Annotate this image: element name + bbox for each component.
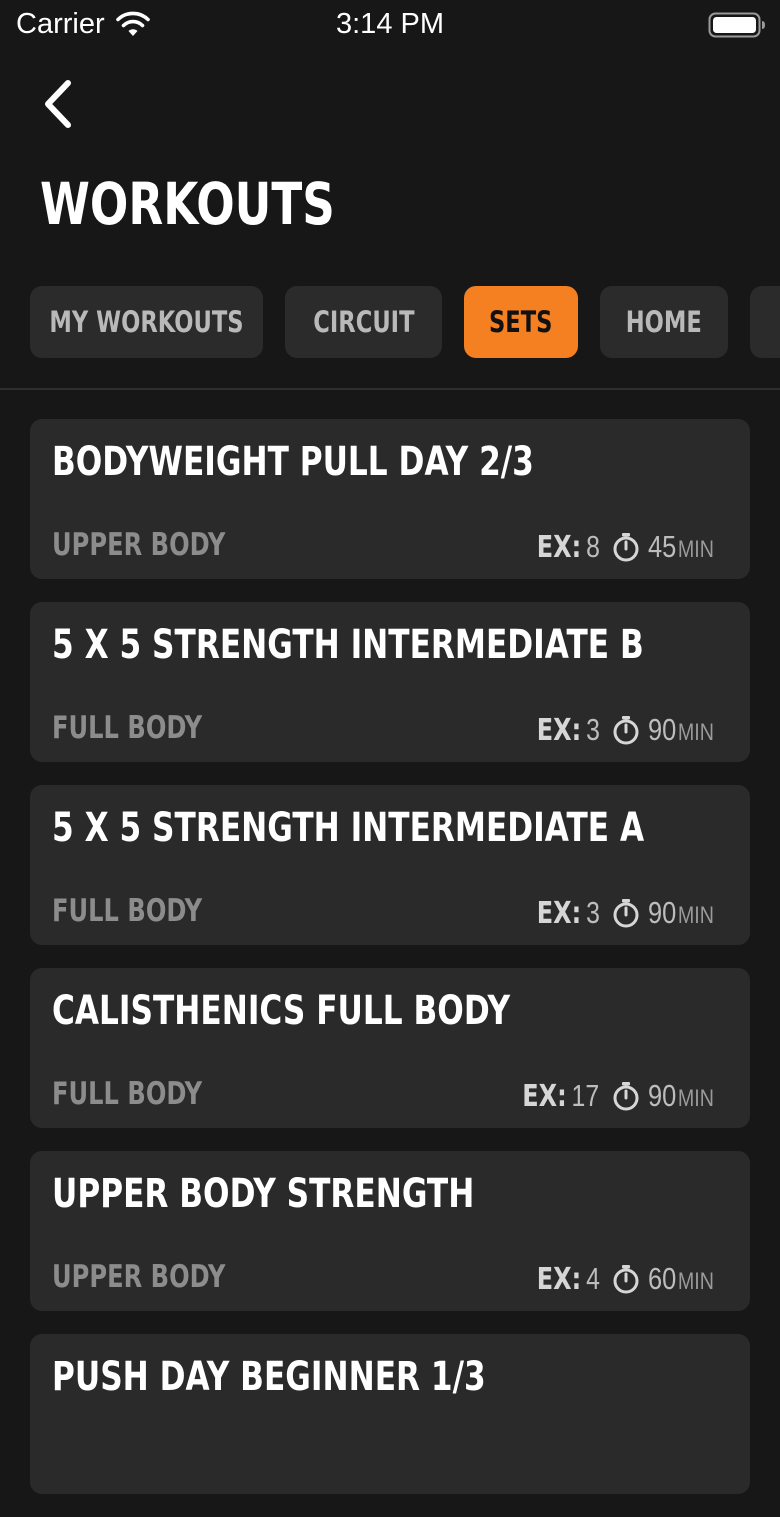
exercise-label: EX: [536, 896, 581, 931]
workout-category: FULL BODY [52, 710, 203, 746]
workout-meta: EX: 4 60 MIN [521, 1261, 728, 1297]
duration-value: 60 [647, 1261, 676, 1296]
back-button[interactable] [30, 74, 86, 134]
workout-category: UPPER BODY [52, 1259, 226, 1295]
workout-meta: EX: 3 90 MIN [521, 895, 728, 931]
exercise-count: EX: 17 [523, 1078, 600, 1114]
workout-title: 5 X 5 STRENGTH INTERMEDIATE B [52, 622, 644, 668]
workout-card[interactable]: BODYWEIGHT PULL DAY 2/3 UPPER BODY EX: 8… [30, 419, 750, 579]
exercise-label: EX: [536, 713, 581, 748]
workout-title: 5 X 5 STRENGTH INTERMEDIATE A [52, 805, 645, 851]
exercise-label: EX: [522, 1079, 568, 1114]
workout-meta: EX: 3 90 MIN [521, 712, 728, 748]
duration-value: 90 [647, 1078, 676, 1113]
duration: 45 MIN [648, 529, 714, 565]
exercise-value: 4 [585, 1261, 600, 1296]
workout-meta: EX: 17 90 MIN [503, 1078, 728, 1114]
tab-more[interactable] [750, 286, 780, 358]
duration-unit: MIN [677, 719, 714, 746]
tab-label: CIRCUIT [312, 305, 415, 339]
tab-label: SETS [489, 305, 553, 339]
workout-card[interactable]: UPPER BODY STRENGTH UPPER BODY EX: 4 60 … [30, 1151, 750, 1311]
duration-value: 90 [647, 895, 676, 930]
duration-unit: MIN [677, 1268, 714, 1295]
stopwatch-icon [613, 1265, 639, 1294]
stopwatch-icon [613, 533, 639, 562]
duration-value: 45 [647, 529, 676, 564]
exercise-value: 3 [585, 712, 600, 747]
duration: 90 MIN [648, 712, 714, 748]
battery-icon [708, 12, 765, 38]
workout-title: PUSH DAY BEGINNER 1/3 [52, 1354, 486, 1400]
status-time: 3:14 PM [336, 8, 444, 40]
workout-title: UPPER BODY STRENGTH [52, 1171, 475, 1217]
divider [0, 388, 780, 390]
duration: 60 MIN [648, 1261, 714, 1297]
status-bar: Carrier 3:14 PM [0, 0, 780, 52]
duration: 90 MIN [648, 1078, 714, 1114]
chevron-left-icon [45, 80, 71, 128]
workout-card[interactable]: 5 X 5 STRENGTH INTERMEDIATE B FULL BODY … [30, 602, 750, 762]
workout-title: CALISTHENICS FULL BODY [52, 988, 511, 1034]
workout-category: FULL BODY [52, 1076, 203, 1112]
tab-label: MY WORKOUTS [49, 305, 244, 339]
stopwatch-icon [613, 899, 639, 928]
exercise-count: EX: 3 [536, 895, 599, 931]
workout-card[interactable]: PUSH DAY BEGINNER 1/3 [30, 1334, 750, 1494]
exercise-label: EX: [536, 530, 581, 565]
tab-home[interactable]: HOME [600, 286, 728, 358]
duration-unit: MIN [677, 1085, 714, 1112]
duration: 90 MIN [648, 895, 714, 931]
workout-card[interactable]: CALISTHENICS FULL BODY FULL BODY EX: 17 … [30, 968, 750, 1128]
workout-meta: EX: 8 45 MIN [521, 529, 728, 565]
tab-label: HOME [625, 305, 703, 339]
workout-category: FULL BODY [52, 893, 203, 929]
exercise-count: EX: 3 [536, 712, 599, 748]
duration-unit: MIN [677, 536, 714, 563]
workout-title: BODYWEIGHT PULL DAY 2/3 [52, 439, 534, 485]
tab-circuit[interactable]: CIRCUIT [285, 286, 442, 358]
exercise-count: EX: 8 [536, 529, 599, 565]
exercise-value: 8 [585, 529, 600, 564]
duration-unit: MIN [677, 902, 714, 929]
tab-sets[interactable]: SETS [464, 286, 578, 358]
exercise-value: 3 [585, 895, 600, 930]
workout-category: UPPER BODY [52, 527, 226, 563]
stopwatch-icon [613, 1082, 639, 1111]
duration-value: 90 [647, 712, 676, 747]
workout-list: BODYWEIGHT PULL DAY 2/3 UPPER BODY EX: 8… [30, 419, 750, 1517]
exercise-value: 17 [571, 1078, 600, 1113]
tab-my-workouts[interactable]: MY WORKOUTS [30, 286, 263, 358]
exercise-label: EX: [536, 1262, 581, 1297]
workout-card[interactable]: 5 X 5 STRENGTH INTERMEDIATE A FULL BODY … [30, 785, 750, 945]
stopwatch-icon [613, 716, 639, 745]
category-tab-bar: MY WORKOUTS CIRCUIT SETS HOME [0, 286, 780, 360]
page-title: WORKOUTS [40, 170, 335, 238]
exercise-count: EX: 4 [536, 1261, 599, 1297]
